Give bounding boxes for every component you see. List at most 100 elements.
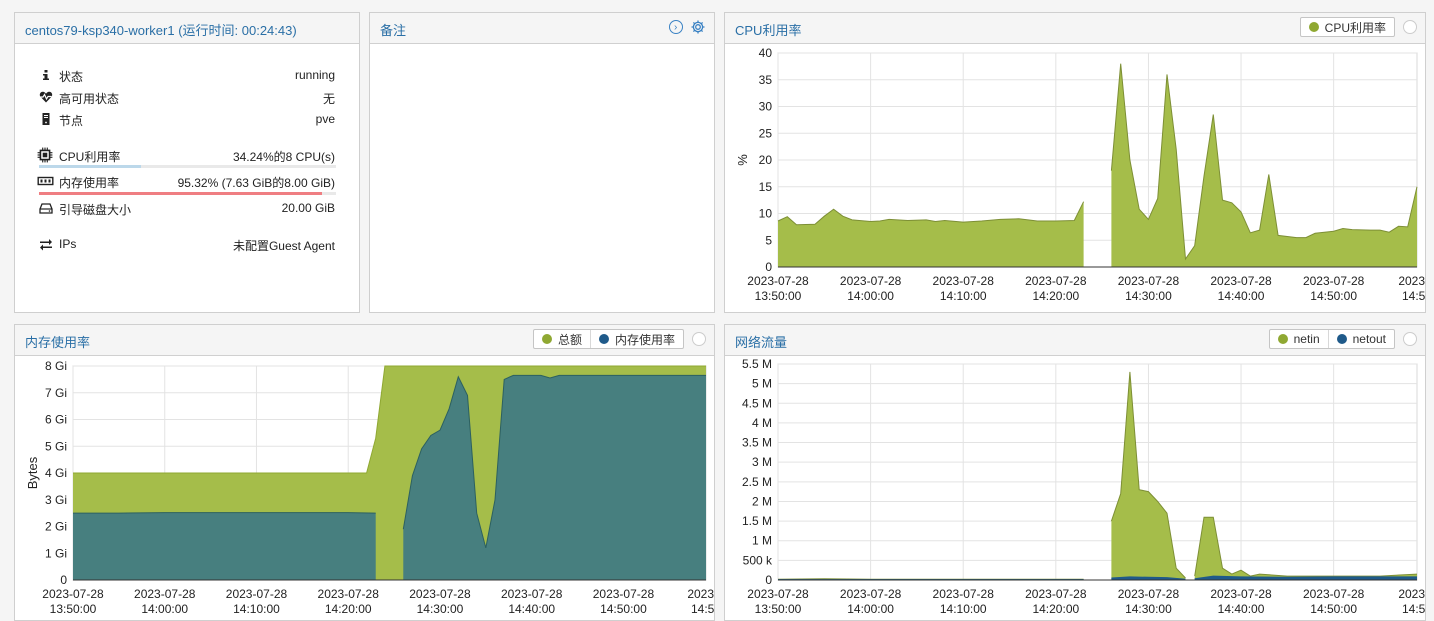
- cpu-usage-bar: [39, 165, 336, 168]
- cpu-x-tick-date: 2023-07-28: [747, 274, 809, 288]
- cpu-icon: [37, 147, 53, 163]
- net-x-tick-time: 14:20:00: [1032, 602, 1079, 616]
- net-x-tick-time: 14:00:00: [847, 602, 894, 616]
- mem-x-tick-time: 14:20:00: [325, 602, 372, 616]
- ha-label: 高可用状态: [59, 92, 120, 106]
- net-x-tick-time: 14:30:00: [1125, 602, 1172, 616]
- legend-dot-netin: [1277, 334, 1288, 344]
- cpu-y-tick-label: 20: [759, 153, 773, 167]
- legend-dot-cpu: [1308, 22, 1319, 32]
- cpu-x-tick-time: 14:59: [1402, 289, 1426, 303]
- mem-x-tick-time: 14:40:00: [508, 602, 555, 616]
- ips-value: 未配置Guest Agent: [232, 239, 335, 253]
- mem-y-axis-label: Bytes: [25, 456, 40, 489]
- net-x-tick-time: 14:40:00: [1218, 602, 1265, 616]
- mem-x-tick-time: 14:30:00: [417, 602, 464, 616]
- legend-item-memory[interactable]: 内存使用率: [589, 330, 683, 348]
- network-chart-reset-icon[interactable]: [1403, 332, 1417, 346]
- net-x-tick-date: 2023-07-28: [1210, 587, 1272, 601]
- cpu-x-tick-time: 13:50:00: [755, 289, 802, 303]
- cpu-y-tick-label: 5: [765, 233, 772, 247]
- mem-y-tick-label: 7 Gi: [45, 386, 67, 400]
- mem-x-tick-time: 14:00:00: [141, 602, 188, 616]
- net-y-tick-label: 3 M: [752, 455, 772, 469]
- memory-label: 内存使用率: [59, 176, 120, 190]
- mem-y-tick-label: 2 Gi: [45, 520, 67, 534]
- cpu-label: CPU利用率: [59, 150, 121, 164]
- notes-panel-header: 备注 ›: [370, 13, 714, 44]
- state-value: running: [294, 68, 335, 82]
- legend-label-netin: netin: [1293, 332, 1320, 346]
- status-panel: centos79-ksp340-worker1 (运行时间: 00:24:43)…: [14, 12, 360, 313]
- cpu-x-tick-time: 14:50:00: [1310, 289, 1357, 303]
- network-chart-panel: 网络流量 netin netout 0 500 k 1 M 1.5 M 2 M 2.5 M…: [724, 324, 1426, 621]
- net-y-tick-label: 4.5 M: [742, 396, 772, 410]
- memory-usage-chart: 0 1 Gi 2 Gi 3 Gi 4 Gi 5 Gi 6 Gi 7 Gi 8 Gi 2023-07…: [25, 359, 715, 616]
- status-row-memory: 内存使用率 95.32% (7.63 GiB的8.00 GiB): [37, 174, 335, 192]
- legend-dot-memory: [598, 334, 609, 344]
- memory-chart-title: 内存使用率: [25, 335, 91, 350]
- mem-x-tick-time: 14:50:00: [600, 602, 647, 616]
- net-x-tick-date: 2023-07-28: [1118, 587, 1180, 601]
- cpu-chart-reset-icon[interactable]: [1403, 20, 1417, 34]
- mem-x-tick-date: 2023-0: [687, 587, 715, 601]
- legend-label-total: 总额: [557, 332, 582, 347]
- vm-title: centos79-ksp340-worker1 (运行时间: 00:24:43): [25, 23, 297, 38]
- cpu-y-tick-label: 10: [759, 207, 773, 221]
- mem-series-1-line: [73, 512, 376, 514]
- cpu-x-tick-time: 14:10:00: [940, 289, 987, 303]
- mem-x-tick-date: 2023-07-28: [501, 587, 563, 601]
- net-y-tick-label: 3.5 M: [742, 436, 772, 450]
- legend-dot-netout: [1336, 334, 1347, 344]
- server-icon: [42, 113, 50, 125]
- cpu-x-tick-time: 14:40:00: [1218, 289, 1265, 303]
- net-y-tick-label: 0: [765, 573, 772, 587]
- legend-item-total[interactable]: 总额: [534, 330, 590, 348]
- legend-item-cpu[interactable]: CPU利用率: [1301, 18, 1394, 36]
- mem-y-tick-label: 4 Gi: [45, 466, 67, 480]
- cpu-y-tick-label: 25: [759, 126, 773, 140]
- cpu-x-tick-time: 14:00:00: [847, 289, 894, 303]
- cpu-chart-header: CPU利用率 CPU利用率: [725, 13, 1425, 44]
- ips-label: IPs: [59, 237, 77, 251]
- cpu-y-tick-label: 35: [759, 73, 773, 87]
- cpu-x-tick-time: 14:30:00: [1125, 289, 1172, 303]
- network-chart-header: 网络流量 netin netout: [725, 325, 1425, 356]
- node-label: 节点: [59, 114, 84, 128]
- cpu-y-tick-label: 30: [759, 100, 773, 114]
- cpu-x-tick-time: 14:20:00: [1032, 289, 1079, 303]
- disk-value: 20.00 GiB: [281, 201, 335, 215]
- mem-y-tick-label: 5 Gi: [45, 439, 67, 453]
- legend-item-netout[interactable]: netout: [1327, 330, 1394, 348]
- cpu-y-tick-label: 40: [759, 46, 773, 60]
- legend-item-netin[interactable]: netin: [1270, 330, 1328, 348]
- mem-x-tick-date: 2023-07-28: [409, 587, 471, 601]
- memory-chart-reset-icon[interactable]: [692, 332, 706, 346]
- net-y-tick-label: 1 M: [752, 534, 772, 548]
- mem-y-tick-label: 6 Gi: [45, 413, 67, 427]
- net-x-tick-time: 14:10:00: [940, 602, 987, 616]
- cpu-x-tick-date: 2023-07-28: [1303, 274, 1365, 288]
- mem-y-tick-label: 3 Gi: [45, 493, 67, 507]
- notes-title: 备注: [380, 23, 407, 38]
- legend-label-memory: 内存使用率: [614, 332, 675, 347]
- network-chart-title: 网络流量: [735, 335, 788, 350]
- disk-label: 引导磁盘大小: [59, 203, 132, 217]
- status-row-state: 状态 running: [39, 68, 335, 86]
- hdd-icon: [39, 203, 53, 214]
- net-y-tick-label: 2 M: [752, 494, 772, 508]
- gear-icon[interactable]: [690, 19, 706, 35]
- net-x-tick-time: 14:50:00: [1310, 602, 1357, 616]
- cpu-chart-title: CPU利用率: [735, 23, 802, 38]
- cpu-x-tick-date: 2023-07-28: [1118, 274, 1180, 288]
- cpu-usage-chart: 05101520253035402023-07-2813:50:002023-0…: [735, 46, 1426, 303]
- net-x-tick-time: 14:59: [1402, 602, 1426, 616]
- exchange-icon: [40, 239, 52, 251]
- net-x-tick-date: 2023-07-28: [747, 587, 809, 601]
- mem-x-tick-date: 2023-07-28: [134, 587, 196, 601]
- legend-label-cpu: CPU利用率: [1324, 20, 1386, 35]
- expand-notes-icon[interactable]: ›: [668, 20, 683, 34]
- legend-dot-total: [541, 334, 552, 344]
- mem-series-1-area: [73, 512, 376, 580]
- cpu-x-tick-date: 2023-0: [1398, 274, 1426, 288]
